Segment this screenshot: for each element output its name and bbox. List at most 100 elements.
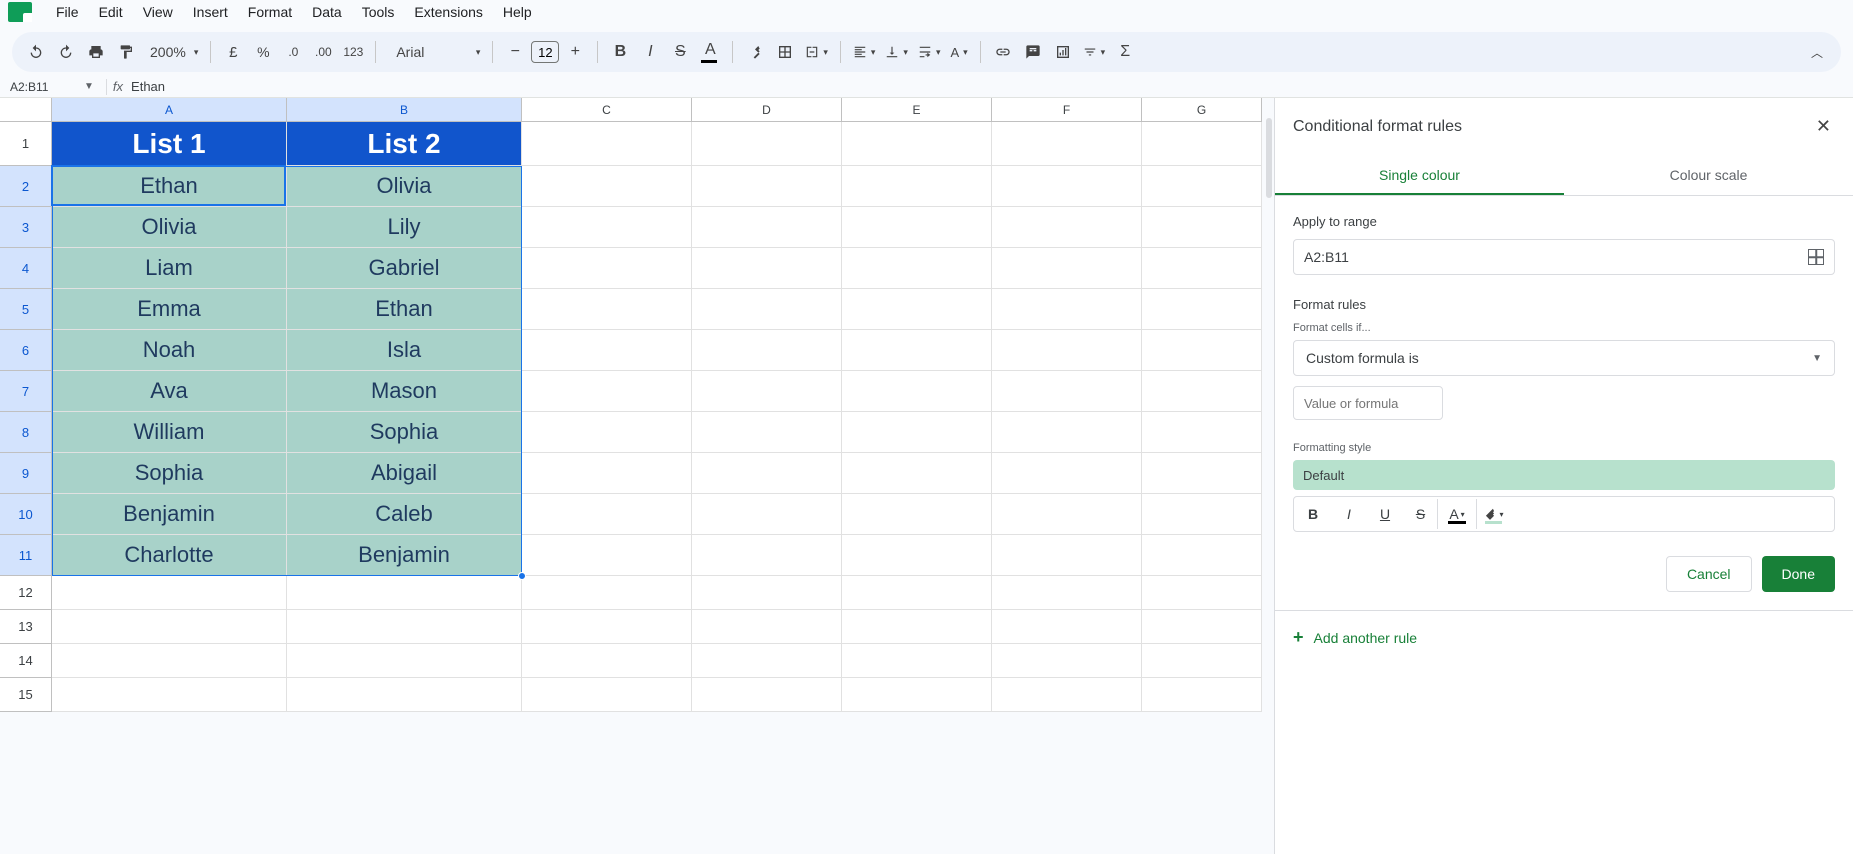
cell-A5[interactable]: Emma	[52, 289, 287, 330]
cell-D15[interactable]	[692, 678, 842, 712]
cell-A11[interactable]: Charlotte	[52, 535, 287, 576]
row-header-8[interactable]: 8	[0, 412, 52, 453]
selection-handle[interactable]	[518, 572, 526, 580]
column-header-E[interactable]: E	[842, 98, 992, 122]
cell-G4[interactable]	[1142, 248, 1262, 289]
redo-button[interactable]	[52, 38, 80, 66]
menu-edit[interactable]: Edit	[89, 2, 133, 22]
column-header-G[interactable]: G	[1142, 98, 1262, 122]
cell-G7[interactable]	[1142, 371, 1262, 412]
cell-E14[interactable]	[842, 644, 992, 678]
apply-range-input[interactable]	[1293, 239, 1835, 275]
font-selector[interactable]: Arial	[384, 38, 484, 66]
h-align-button[interactable]	[849, 38, 880, 66]
cell-E7[interactable]	[842, 371, 992, 412]
cell-F1[interactable]	[992, 122, 1142, 166]
style-underline-button[interactable]: U	[1368, 499, 1402, 529]
increase-font-button[interactable]: +	[561, 38, 589, 66]
cell-D4[interactable]	[692, 248, 842, 289]
cell-C13[interactable]	[522, 610, 692, 644]
cell-C11[interactable]	[522, 535, 692, 576]
v-align-button[interactable]	[881, 38, 912, 66]
cell-D6[interactable]	[692, 330, 842, 371]
cell-F7[interactable]	[992, 371, 1142, 412]
rotate-button[interactable]: A	[946, 38, 971, 66]
cell-E6[interactable]	[842, 330, 992, 371]
cell-G5[interactable]	[1142, 289, 1262, 330]
fill-color-button[interactable]	[741, 38, 769, 66]
cell-B11[interactable]: Benjamin	[287, 535, 522, 576]
cell-B5[interactable]: Ethan	[287, 289, 522, 330]
cell-D2[interactable]	[692, 166, 842, 207]
italic-button[interactable]: I	[636, 38, 664, 66]
cell-C6[interactable]	[522, 330, 692, 371]
cell-D1[interactable]	[692, 122, 842, 166]
row-header-10[interactable]: 10	[0, 494, 52, 535]
menu-view[interactable]: View	[133, 2, 183, 22]
cell-D10[interactable]	[692, 494, 842, 535]
cell-A14[interactable]	[52, 644, 287, 678]
menu-insert[interactable]: Insert	[183, 2, 238, 22]
column-header-C[interactable]: C	[522, 98, 692, 122]
cell-B7[interactable]: Mason	[287, 371, 522, 412]
bold-button[interactable]: B	[606, 38, 634, 66]
cancel-button[interactable]: Cancel	[1666, 556, 1752, 592]
tab-single-colour[interactable]: Single colour	[1275, 157, 1564, 195]
row-header-12[interactable]: 12	[0, 576, 52, 610]
cell-F4[interactable]	[992, 248, 1142, 289]
cell-C4[interactable]	[522, 248, 692, 289]
cell-A13[interactable]	[52, 610, 287, 644]
cell-G1[interactable]	[1142, 122, 1262, 166]
cell-G15[interactable]	[1142, 678, 1262, 712]
cell-B9[interactable]: Abigail	[287, 453, 522, 494]
cell-C1[interactable]	[522, 122, 692, 166]
text-color-button[interactable]: A	[696, 38, 724, 66]
cell-D7[interactable]	[692, 371, 842, 412]
cell-F11[interactable]	[992, 535, 1142, 576]
cell-G9[interactable]	[1142, 453, 1262, 494]
font-size-input[interactable]: 12	[531, 41, 559, 63]
cell-B8[interactable]: Sophia	[287, 412, 522, 453]
comment-button[interactable]	[1019, 38, 1047, 66]
chart-button[interactable]	[1049, 38, 1077, 66]
name-box-dropdown[interactable]: ▼	[84, 81, 94, 92]
cell-C2[interactable]	[522, 166, 692, 207]
cell-B4[interactable]: Gabriel	[287, 248, 522, 289]
cell-C10[interactable]	[522, 494, 692, 535]
borders-button[interactable]	[771, 38, 799, 66]
cell-E13[interactable]	[842, 610, 992, 644]
cell-E15[interactable]	[842, 678, 992, 712]
cell-B6[interactable]: Isla	[287, 330, 522, 371]
style-strike-button[interactable]: S	[1404, 499, 1438, 529]
select-range-icon[interactable]	[1808, 249, 1824, 265]
row-header-9[interactable]: 9	[0, 453, 52, 494]
cell-F2[interactable]	[992, 166, 1142, 207]
cell-G14[interactable]	[1142, 644, 1262, 678]
cell-D12[interactable]	[692, 576, 842, 610]
cell-C9[interactable]	[522, 453, 692, 494]
cell-E4[interactable]	[842, 248, 992, 289]
cell-G3[interactable]	[1142, 207, 1262, 248]
cell-B1[interactable]: List 2	[287, 122, 522, 166]
cell-C5[interactable]	[522, 289, 692, 330]
style-fill-color-button[interactable]: ▾	[1476, 499, 1510, 529]
style-bold-button[interactable]: B	[1296, 499, 1330, 529]
cell-A4[interactable]: Liam	[52, 248, 287, 289]
cell-F10[interactable]	[992, 494, 1142, 535]
link-button[interactable]	[989, 38, 1017, 66]
spreadsheet-area[interactable]: ABCDEFG 123456789101112131415 List 1List…	[0, 98, 1275, 854]
cell-G8[interactable]	[1142, 412, 1262, 453]
close-sidebar-button[interactable]: ✕	[1812, 112, 1835, 141]
zoom-selector[interactable]: 200%	[142, 38, 202, 66]
cell-F15[interactable]	[992, 678, 1142, 712]
cell-A10[interactable]: Benjamin	[52, 494, 287, 535]
merge-button[interactable]	[801, 38, 832, 66]
add-another-rule-button[interactable]: + Add another rule	[1293, 627, 1835, 648]
print-button[interactable]	[82, 38, 110, 66]
cell-F5[interactable]	[992, 289, 1142, 330]
column-header-D[interactable]: D	[692, 98, 842, 122]
cell-E3[interactable]	[842, 207, 992, 248]
cell-C7[interactable]	[522, 371, 692, 412]
cell-A12[interactable]	[52, 576, 287, 610]
row-header-14[interactable]: 14	[0, 644, 52, 678]
